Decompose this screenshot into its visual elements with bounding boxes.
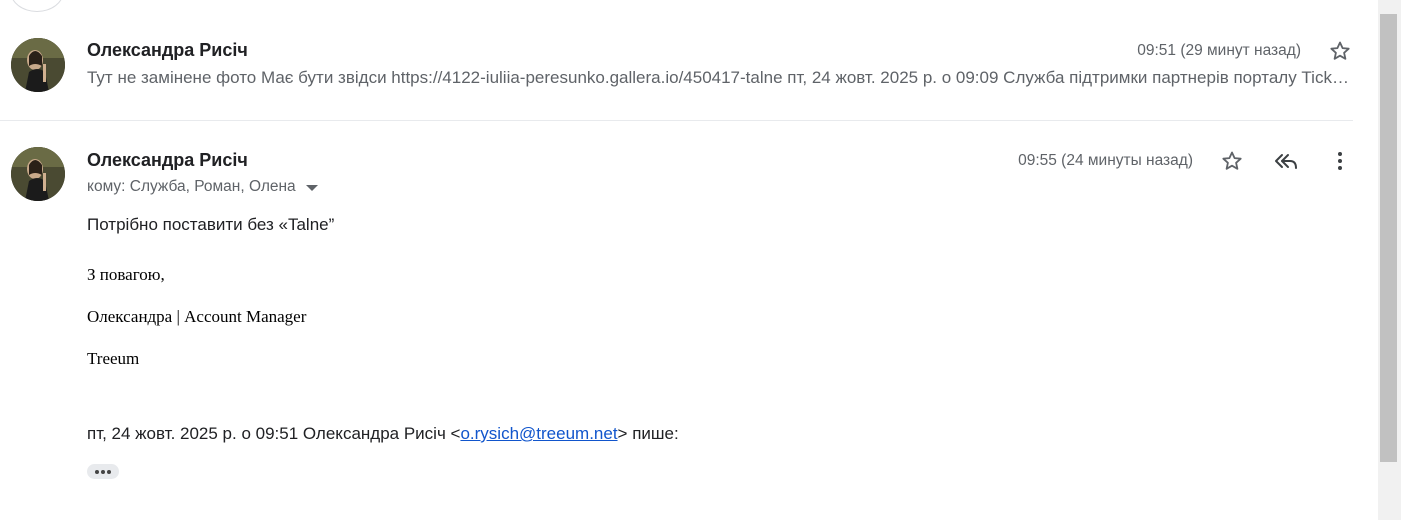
quote-header: пт, 24 жовт. 2025 р. о 09:51 Олександра … <box>87 424 679 444</box>
collapsed-message[interactable]: Олександра Рисіч Тут не замінене фото Ма… <box>0 28 1355 121</box>
star-button[interactable] <box>1217 146 1247 176</box>
signature-greeting: З повагою, <box>87 265 165 284</box>
message-time: 09:55 (24 минуты назад) <box>1018 152 1193 169</box>
more-vert-icon <box>1338 152 1342 170</box>
avatar <box>11 147 65 201</box>
message-time: 09:51 (29 минут назад) <box>1137 42 1301 59</box>
quote-prefix: пт, 24 жовт. 2025 р. о 09:51 Олександра … <box>87 424 461 443</box>
scrollbar-thumb[interactable] <box>1380 14 1397 462</box>
email-link[interactable]: o.rysich@treeum.net <box>460 424 617 443</box>
show-details-caret-icon[interactable] <box>305 185 318 191</box>
quote-suffix: > пише: <box>617 424 679 443</box>
recipients-text: кому: Служба, Роман, Олена <box>87 178 296 195</box>
star-button[interactable] <box>1325 36 1355 66</box>
show-trimmed-content-button[interactable] <box>87 464 119 479</box>
expanded-message: Олександра Рисіч 09:55 (24 минуты назад)… <box>0 120 1353 520</box>
sender-name: Олександра Рисіч <box>87 150 248 170</box>
previous-message-avatar <box>10 0 64 12</box>
message-body: Потрібно поставити без «Talne” <box>87 215 335 234</box>
avatar <box>11 38 65 92</box>
reply-all-button[interactable] <box>1271 146 1301 176</box>
more-options-button[interactable] <box>1325 146 1355 176</box>
sender-name: Олександра Рисіч <box>87 40 248 60</box>
signature-name: Олександра | Account Manager <box>87 307 307 326</box>
recipients-line: кому: Служба, Роман, Олена <box>87 178 318 196</box>
signature-company: Treeum <box>87 349 140 368</box>
message-snippet: Тут не замінене фото Має бути звідси htt… <box>87 68 1354 87</box>
star-outline-icon <box>1330 41 1350 60</box>
reply-all-icon <box>1275 154 1297 169</box>
star-outline-icon <box>1222 151 1242 170</box>
